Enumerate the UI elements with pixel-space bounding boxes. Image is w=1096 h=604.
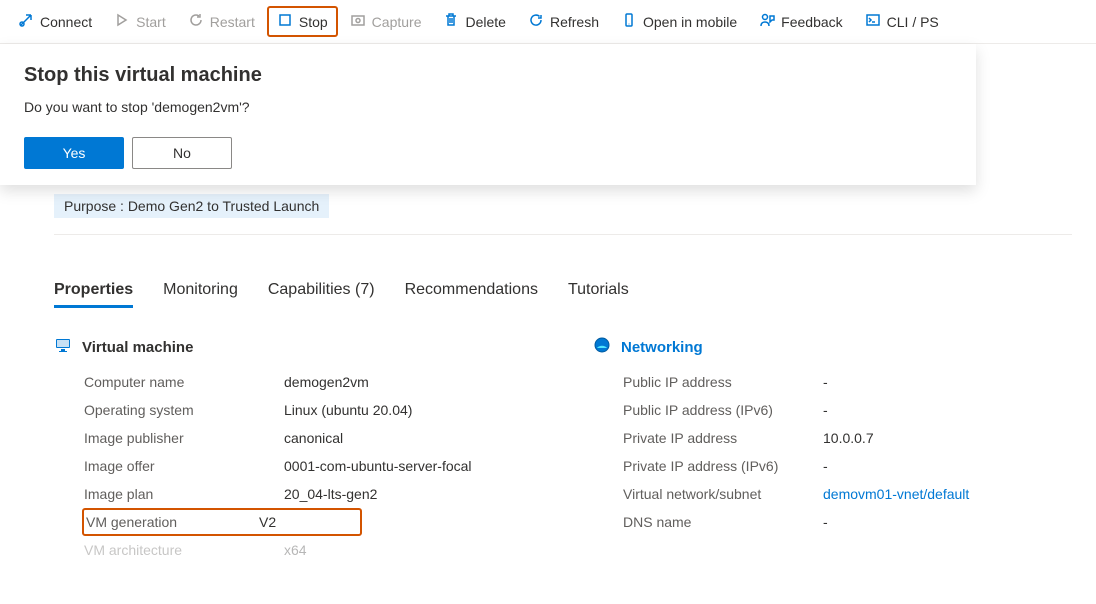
tab-recommendations[interactable]: Recommendations: [405, 281, 538, 308]
delete-label: Delete: [465, 14, 505, 30]
refresh-icon: [528, 12, 544, 31]
key: Private IP address: [623, 430, 823, 446]
stop-label: Stop: [299, 14, 328, 30]
tab-tutorials[interactable]: Tutorials: [568, 281, 629, 308]
dialog-buttons: Yes No: [24, 137, 952, 169]
feedback-icon: [759, 12, 775, 31]
row-os: Operating systemLinux (ubuntu 20.04): [84, 396, 533, 424]
key: DNS name: [623, 514, 823, 530]
value: -: [823, 374, 828, 390]
restart-button: Restart: [178, 6, 265, 37]
vnet-link[interactable]: demovm01-vnet/default: [823, 486, 969, 502]
connect-icon: [18, 12, 34, 31]
row-vnet: Virtual network/subnetdemovm01-vnet/defa…: [623, 480, 1072, 508]
row-publisher: Image publishercanonical: [84, 424, 533, 452]
net-props: Public IP address- Public IP address (IP…: [593, 368, 1072, 536]
value: 0001-com-ubuntu-server-focal: [284, 458, 472, 474]
start-button: Start: [104, 6, 176, 37]
start-label: Start: [136, 14, 166, 30]
value: 20_04-lts-gen2: [284, 486, 377, 502]
vm-props: Computer namedemogen2vm Operating system…: [54, 368, 533, 564]
capture-label: Capture: [372, 14, 422, 30]
row-public-ip6: Public IP address (IPv6)-: [623, 396, 1072, 424]
feedback-button[interactable]: Feedback: [749, 6, 852, 37]
value: -: [823, 514, 828, 530]
feedback-label: Feedback: [781, 14, 842, 30]
capture-icon: [350, 12, 366, 31]
net-section-head[interactable]: Networking: [593, 336, 1072, 358]
vm-section-title: Virtual machine: [82, 339, 193, 356]
row-offer: Image offer0001-com-ubuntu-server-focal: [84, 452, 533, 480]
key: Image offer: [84, 458, 284, 474]
command-bar: Connect Start Restart Stop Capture Delet…: [0, 0, 1096, 44]
cli-label: CLI / PS: [887, 14, 939, 30]
vm-column: Virtual machine Computer namedemogen2vm …: [54, 336, 533, 564]
row-plan: Image plan20_04-lts-gen2: [84, 480, 533, 508]
value: x64: [284, 542, 307, 558]
restart-label: Restart: [210, 14, 255, 30]
connect-label: Connect: [40, 14, 92, 30]
key: Public IP address: [623, 374, 823, 390]
dialog-message: Do you want to stop 'demogen2vm'?: [24, 99, 952, 115]
key: Virtual network/subnet: [623, 486, 823, 502]
key: Public IP address (IPv6): [623, 402, 823, 418]
vm-section-head: Virtual machine: [54, 336, 533, 358]
delete-button[interactable]: Delete: [433, 6, 515, 37]
tab-capabilities[interactable]: Capabilities (7): [268, 281, 375, 308]
row-computer-name: Computer namedemogen2vm: [84, 368, 533, 396]
cli-icon: [865, 12, 881, 31]
row-private-ip: Private IP address10.0.0.7: [623, 424, 1072, 452]
key: Operating system: [84, 402, 284, 418]
open-mobile-button[interactable]: Open in mobile: [611, 6, 747, 37]
networking-column: Networking Public IP address- Public IP …: [593, 336, 1072, 564]
stop-vm-dialog: Stop this virtual machine Do you want to…: [0, 44, 976, 185]
row-private-ip6: Private IP address (IPv6)-: [623, 452, 1072, 480]
mobile-icon: [621, 12, 637, 31]
open-mobile-label: Open in mobile: [643, 14, 737, 30]
net-section-title: Networking: [621, 339, 703, 356]
tab-monitoring[interactable]: Monitoring: [163, 281, 238, 308]
stop-button[interactable]: Stop: [267, 6, 338, 37]
value: -: [823, 402, 828, 418]
value: -: [823, 458, 828, 474]
vm-overview-content: Purpose : Demo Gen2 to Trusted Launch Pr…: [0, 194, 1096, 588]
globe-icon: [593, 336, 611, 358]
restart-icon: [188, 12, 204, 31]
row-vm-architecture: VM architecturex64: [84, 536, 533, 564]
yes-button[interactable]: Yes: [24, 137, 124, 169]
key: VM generation: [84, 514, 259, 530]
play-icon: [114, 12, 130, 31]
connect-button[interactable]: Connect: [8, 6, 102, 37]
value: demogen2vm: [284, 374, 369, 390]
key: VM architecture: [84, 542, 284, 558]
no-button[interactable]: No: [132, 137, 232, 169]
capture-button: Capture: [340, 6, 432, 37]
refresh-button[interactable]: Refresh: [518, 6, 609, 37]
key: Image plan: [84, 486, 284, 502]
value: 10.0.0.7: [823, 430, 874, 446]
stop-icon: [277, 12, 293, 31]
divider: [54, 234, 1072, 235]
monitor-icon: [54, 336, 72, 358]
details-grid: Virtual machine Computer namedemogen2vm …: [54, 336, 1072, 564]
value: canonical: [284, 430, 343, 446]
value: Linux (ubuntu 20.04): [284, 402, 412, 418]
value: V2: [259, 514, 276, 530]
key: Private IP address (IPv6): [623, 458, 823, 474]
key: Computer name: [84, 374, 284, 390]
refresh-label: Refresh: [550, 14, 599, 30]
row-dns: DNS name-: [623, 508, 1072, 536]
row-vm-generation: VM generationV2: [82, 508, 362, 536]
key: Image publisher: [84, 430, 284, 446]
purpose-tag[interactable]: Purpose : Demo Gen2 to Trusted Launch: [54, 194, 329, 218]
row-public-ip: Public IP address-: [623, 368, 1072, 396]
dialog-title: Stop this virtual machine: [24, 64, 952, 87]
cli-button[interactable]: CLI / PS: [855, 6, 949, 37]
trash-icon: [443, 12, 459, 31]
tab-bar: Properties Monitoring Capabilities (7) R…: [54, 281, 1072, 308]
tab-properties[interactable]: Properties: [54, 281, 133, 308]
